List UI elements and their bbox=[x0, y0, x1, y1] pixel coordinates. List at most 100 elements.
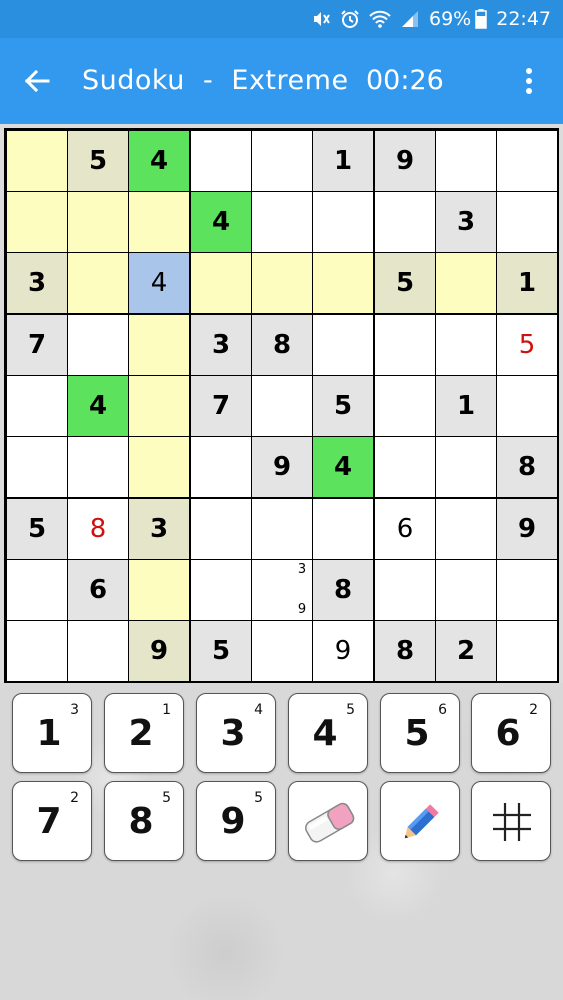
grid-cell[interactable] bbox=[191, 437, 251, 497]
grid-cell[interactable] bbox=[252, 131, 312, 191]
grid-cell[interactable] bbox=[252, 621, 312, 681]
notes-grid-button[interactable] bbox=[471, 781, 551, 861]
grid-cell[interactable] bbox=[497, 621, 557, 681]
grid-cell[interactable] bbox=[375, 560, 435, 620]
grid-cell[interactable] bbox=[7, 131, 67, 191]
grid-cell[interactable] bbox=[7, 192, 67, 252]
grid-cell[interactable] bbox=[191, 560, 251, 620]
grid-cell[interactable] bbox=[129, 560, 189, 620]
grid-cell[interactable] bbox=[191, 131, 251, 191]
grid-cell[interactable]: 1 bbox=[497, 253, 557, 313]
digit-button-1[interactable]: 13 bbox=[12, 693, 92, 773]
grid-cell[interactable] bbox=[375, 192, 435, 252]
grid-cell[interactable] bbox=[7, 437, 67, 497]
grid-cell[interactable]: 4 bbox=[129, 253, 189, 313]
grid-cell[interactable]: 1 bbox=[313, 131, 373, 191]
grid-cell[interactable]: 7 bbox=[7, 315, 67, 375]
grid-cell[interactable] bbox=[313, 192, 373, 252]
grid-cell[interactable]: 3 bbox=[436, 192, 496, 252]
grid-cell[interactable] bbox=[68, 315, 128, 375]
eraser-button[interactable] bbox=[288, 781, 368, 861]
grid-cell[interactable] bbox=[129, 437, 189, 497]
digit-button-7[interactable]: 72 bbox=[12, 781, 92, 861]
grid-cell[interactable] bbox=[497, 131, 557, 191]
grid-cell[interactable]: 5 bbox=[7, 499, 67, 559]
back-button[interactable] bbox=[18, 62, 56, 100]
grid-cell[interactable] bbox=[68, 621, 128, 681]
grid-cell[interactable] bbox=[129, 192, 189, 252]
grid-cell[interactable]: 8 bbox=[497, 437, 557, 497]
grid-cell[interactable] bbox=[252, 253, 312, 313]
grid-cell[interactable]: 8 bbox=[252, 315, 312, 375]
grid-cell[interactable] bbox=[68, 192, 128, 252]
grid-cell[interactable] bbox=[313, 315, 373, 375]
grid-cell[interactable] bbox=[252, 192, 312, 252]
grid-cell[interactable]: 6 bbox=[68, 560, 128, 620]
grid-cell[interactable]: 4 bbox=[191, 192, 251, 252]
grid-cell[interactable]: 5 bbox=[375, 253, 435, 313]
digit-button-3[interactable]: 34 bbox=[196, 693, 276, 773]
more-vert-icon bbox=[526, 68, 532, 94]
grid-cell[interactable]: 9 bbox=[313, 621, 373, 681]
grid-cell[interactable] bbox=[129, 376, 189, 436]
grid-cell[interactable]: 8 bbox=[375, 621, 435, 681]
grid-cell[interactable]: 5 bbox=[497, 315, 557, 375]
grid-cell[interactable] bbox=[129, 315, 189, 375]
pencil-button[interactable] bbox=[380, 781, 460, 861]
digit-button-2[interactable]: 21 bbox=[104, 693, 184, 773]
grid-cell[interactable]: 9 bbox=[129, 621, 189, 681]
grid-cell[interactable] bbox=[436, 253, 496, 313]
overflow-menu-button[interactable] bbox=[514, 62, 544, 100]
digit-button-9[interactable]: 95 bbox=[196, 781, 276, 861]
grid-cell[interactable] bbox=[313, 499, 373, 559]
pencil-notes: 39 bbox=[252, 560, 312, 620]
grid-cell[interactable]: 3 bbox=[7, 253, 67, 313]
digit-button-5[interactable]: 56 bbox=[380, 693, 460, 773]
grid-cell[interactable] bbox=[68, 437, 128, 497]
grid-cell[interactable] bbox=[497, 376, 557, 436]
grid-cell[interactable] bbox=[375, 437, 435, 497]
grid-cell[interactable] bbox=[7, 560, 67, 620]
grid-cell[interactable] bbox=[436, 131, 496, 191]
grid-cell[interactable]: 7 bbox=[191, 376, 251, 436]
grid-cell[interactable] bbox=[7, 621, 67, 681]
grid-cell[interactable] bbox=[436, 315, 496, 375]
grid-cell[interactable]: 9 bbox=[497, 499, 557, 559]
grid-cell[interactable] bbox=[191, 253, 251, 313]
digit-button-4[interactable]: 45 bbox=[288, 693, 368, 773]
pencil-note: 9 bbox=[297, 602, 307, 617]
digit-button-6[interactable]: 62 bbox=[471, 693, 551, 773]
grid-cell[interactable]: 9 bbox=[375, 131, 435, 191]
grid-cell[interactable] bbox=[7, 376, 67, 436]
grid-cell[interactable] bbox=[497, 192, 557, 252]
grid-cell[interactable] bbox=[436, 499, 496, 559]
grid-cell[interactable]: 4 bbox=[129, 131, 189, 191]
grid-cell[interactable] bbox=[252, 499, 312, 559]
grid-cell[interactable] bbox=[436, 437, 496, 497]
status-time: 22:47 bbox=[496, 8, 551, 30]
grid-cell[interactable]: 3 bbox=[191, 315, 251, 375]
grid-cell[interactable]: 4 bbox=[313, 437, 373, 497]
grid-cell[interactable] bbox=[375, 315, 435, 375]
grid-cell[interactable]: 6 bbox=[375, 499, 435, 559]
grid-cell[interactable]: 8 bbox=[68, 499, 128, 559]
grid-cell[interactable]: 1 bbox=[436, 376, 496, 436]
grid-cell[interactable] bbox=[191, 499, 251, 559]
grid-cell[interactable]: 2 bbox=[436, 621, 496, 681]
grid-cell[interactable]: 5 bbox=[191, 621, 251, 681]
grid-cell[interactable] bbox=[313, 253, 373, 313]
grid-cell[interactable] bbox=[497, 560, 557, 620]
grid-cell[interactable]: 4 bbox=[68, 376, 128, 436]
grid-cell[interactable] bbox=[375, 376, 435, 436]
grid-cell[interactable]: 5 bbox=[313, 376, 373, 436]
grid-cell[interactable] bbox=[252, 376, 312, 436]
remaining-count: 5 bbox=[162, 790, 171, 806]
grid-cell[interactable] bbox=[68, 253, 128, 313]
grid-cell[interactable]: 5 bbox=[68, 131, 128, 191]
digit-button-8[interactable]: 85 bbox=[104, 781, 184, 861]
grid-cell[interactable]: 9 bbox=[252, 437, 312, 497]
grid-cell[interactable]: 3 bbox=[129, 499, 189, 559]
alarm-icon bbox=[340, 9, 360, 29]
grid-cell[interactable]: 8 bbox=[313, 560, 373, 620]
grid-cell[interactable] bbox=[436, 560, 496, 620]
